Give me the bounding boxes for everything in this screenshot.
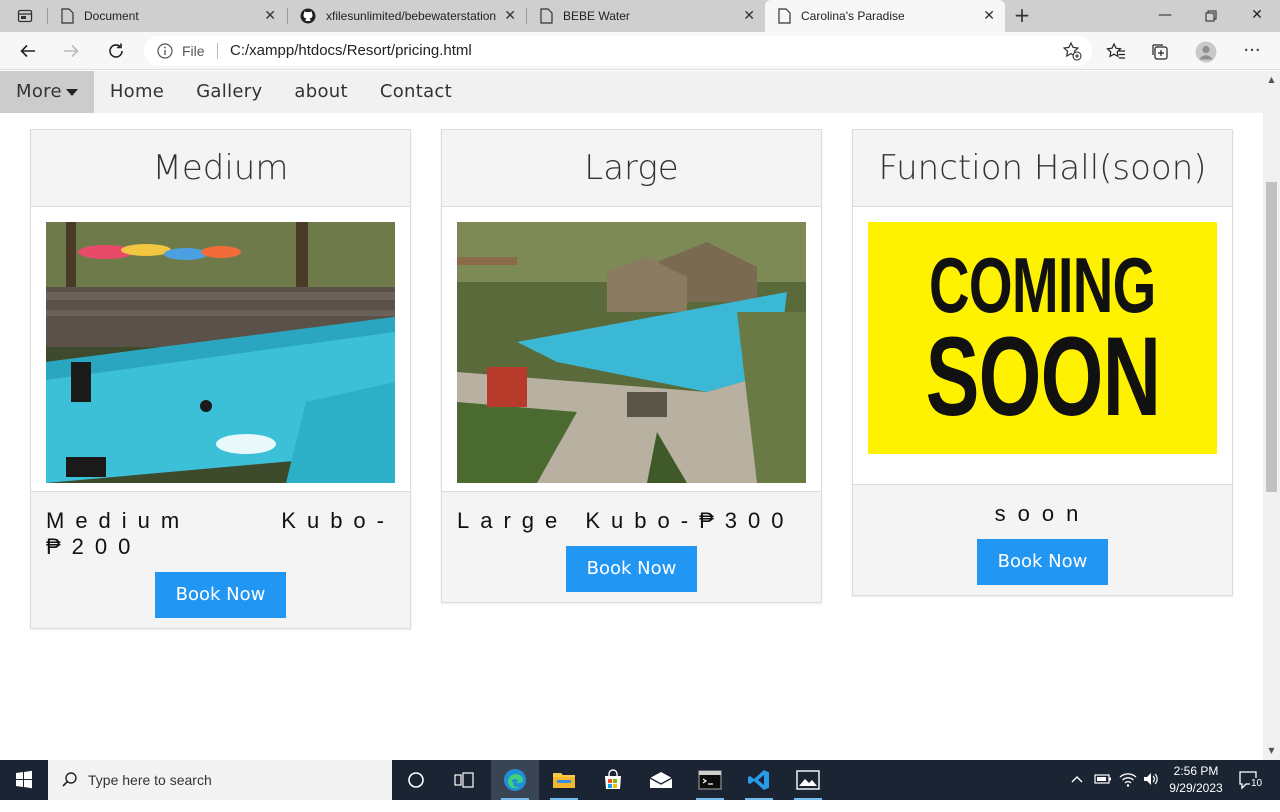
show-hidden-icons[interactable] [1070, 772, 1084, 812]
github-icon [300, 8, 316, 24]
mail-icon[interactable] [637, 760, 685, 800]
card-footer: Medium Kubo-₱200 Book Now [31, 492, 410, 628]
pricing-card-large: Large Large Kubo-₱300 Book Now [441, 129, 822, 603]
coming-soon-line1: COMING [929, 241, 1156, 329]
tab-title: Document [84, 9, 139, 23]
scroll-thumb[interactable] [1266, 182, 1277, 492]
windows-taskbar: Type here to search 2:56 PM 9/29/2023 10 [0, 760, 1280, 800]
scroll-down-icon[interactable]: ▼ [1263, 744, 1280, 758]
edge-icon[interactable] [491, 760, 539, 800]
new-tab-icon[interactable]: + [1010, 4, 1034, 28]
close-tab-icon[interactable]: ✕ [983, 8, 995, 24]
tab-strip: Document ✕ xfilesunlimited/bebewaterstat… [0, 0, 1280, 32]
start-button[interactable] [0, 760, 48, 800]
price-text: Large Kubo-₱300 [457, 508, 795, 533]
taskbar-search[interactable]: Type here to search [48, 760, 392, 800]
tab-github[interactable]: xfilesunlimited/bebewaterstation ✕ [288, 0, 526, 32]
address-divider [217, 43, 218, 59]
price-text: Medium Kubo-₱200 [46, 508, 395, 559]
pool-photo-large [457, 222, 806, 483]
tab-actions-icon[interactable] [8, 4, 42, 28]
tab-document[interactable]: Document ✕ [48, 0, 286, 32]
more-options-icon[interactable]: ··· [1238, 38, 1266, 66]
card-title: Function Hall(soon) [853, 130, 1232, 207]
battery-icon[interactable] [1094, 772, 1112, 812]
collections-icon[interactable] [1146, 38, 1174, 66]
coming-soon-line2: SOON [925, 314, 1160, 439]
minimize-icon[interactable]: — [1142, 0, 1188, 32]
card-footer: soon Book Now [853, 485, 1232, 595]
taskbar-clock[interactable]: 2:56 PM 9/29/2023 [1160, 763, 1232, 797]
cortana-icon[interactable] [392, 760, 440, 800]
tab-bebe-water[interactable]: BEBE Water ✕ [527, 0, 765, 32]
clock-time: 2:56 PM [1173, 764, 1219, 778]
tab-carolinas-paradise[interactable]: Carolina's Paradise ✕ [765, 0, 1005, 32]
page-icon [540, 8, 553, 24]
tab-title: xfilesunlimited/bebewaterstation [326, 9, 497, 23]
back-icon[interactable] [14, 38, 42, 66]
nav-about[interactable]: about [278, 71, 363, 113]
card-image-frame [31, 207, 410, 492]
scroll-up-icon[interactable]: ▲ [1263, 73, 1280, 87]
clock-date: 9/29/2023 [1169, 781, 1223, 795]
file-explorer-icon[interactable] [540, 760, 588, 800]
close-tab-icon[interactable]: ✕ [504, 8, 516, 24]
caret-down-icon [65, 88, 78, 96]
price-text: soon [994, 501, 1091, 526]
volume-icon[interactable] [1142, 771, 1160, 811]
profile-avatar[interactable] [1192, 38, 1220, 66]
pricing-card-medium: Medium Medium Kubo-₱200 Book Now [30, 129, 411, 629]
page-icon [61, 8, 74, 24]
site-navbar: More Home Gallery about Contact [0, 71, 1263, 113]
close-window-icon[interactable]: ✕ [1234, 0, 1280, 32]
vscode-icon[interactable] [735, 760, 783, 800]
photos-icon[interactable] [784, 760, 832, 800]
card-image-frame [442, 207, 821, 492]
info-icon[interactable] [156, 42, 174, 60]
browser-toolbar: File C:/xampp/htdocs/Resort/pricing.html… [0, 32, 1280, 70]
add-favorite-icon[interactable] [1062, 41, 1082, 61]
favorites-icon[interactable] [1102, 38, 1130, 66]
restore-icon[interactable] [1188, 0, 1234, 32]
forward-icon[interactable] [57, 38, 85, 66]
card-footer: Large Kubo-₱300 Book Now [442, 492, 821, 602]
book-now-button-large[interactable]: Book Now [565, 546, 698, 592]
nav-more-label: More [16, 81, 62, 102]
wifi-icon[interactable] [1119, 771, 1137, 811]
close-tab-icon[interactable]: ✕ [264, 8, 276, 24]
close-tab-icon[interactable]: ✕ [743, 8, 755, 24]
terminal-icon[interactable] [686, 760, 734, 800]
pool-photo-medium [46, 222, 395, 483]
pricing-card-function-hall: Function Hall(soon) COMING SOON soon Boo… [852, 129, 1233, 596]
coming-soon-image: COMING SOON [868, 222, 1217, 454]
windows-logo-icon [16, 770, 32, 789]
notifications-icon[interactable]: 10 [1238, 770, 1264, 790]
task-view-icon[interactable] [440, 760, 488, 800]
book-now-button-function-hall[interactable]: Book Now [976, 539, 1109, 585]
notification-count: 10 [1250, 778, 1264, 789]
card-title: Medium [31, 130, 410, 207]
address-bar[interactable]: File C:/xampp/htdocs/Resort/pricing.html [144, 36, 1092, 66]
scheme-label: File [182, 43, 205, 59]
nav-home[interactable]: Home [94, 71, 180, 113]
card-title: Large [442, 130, 821, 207]
page-icon [778, 8, 791, 24]
book-now-button-medium[interactable]: Book Now [154, 572, 287, 618]
nav-gallery[interactable]: Gallery [180, 71, 278, 113]
nav-contact[interactable]: Contact [364, 71, 468, 113]
card-image-frame: COMING SOON [853, 207, 1232, 485]
search-icon [62, 772, 77, 787]
tab-title: BEBE Water [563, 9, 630, 23]
search-placeholder: Type here to search [88, 772, 212, 788]
nav-more-dropdown[interactable]: More [0, 71, 94, 113]
tab-title: Carolina's Paradise [801, 9, 905, 23]
url-text[interactable]: C:/xampp/htdocs/Resort/pricing.html [230, 42, 472, 59]
store-icon[interactable] [589, 760, 637, 800]
refresh-icon[interactable] [102, 38, 130, 66]
page-viewport: More Home Gallery about Contact Medium M… [0, 71, 1263, 760]
